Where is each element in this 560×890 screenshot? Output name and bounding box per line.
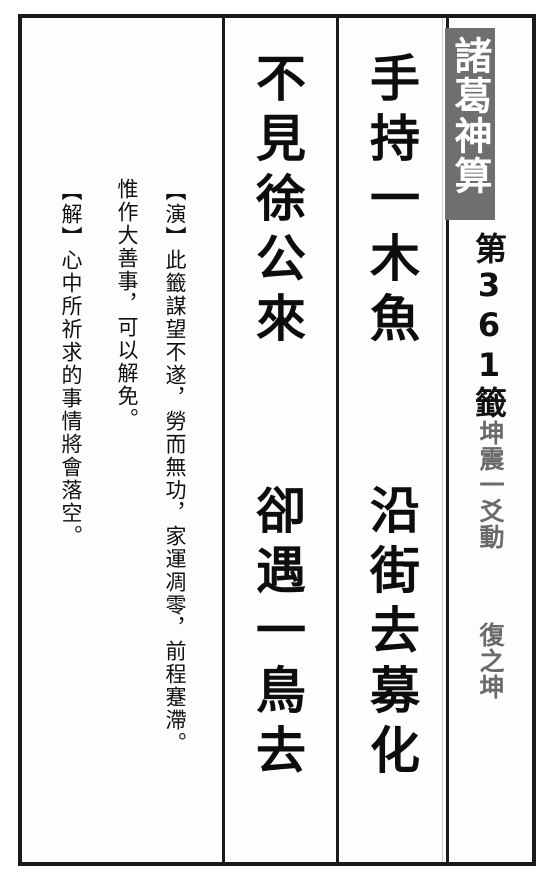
poem-number: 第361籤	[470, 232, 508, 420]
interpretation: 【解】心中所祈求的事情將會落空。	[59, 180, 83, 548]
poem-line-2-top: 不見徐公來	[248, 52, 307, 352]
poem-line-1-bottom: 沿街去募化	[362, 484, 421, 784]
explanation-line-2: 惟作大善事，可以解免。	[115, 178, 139, 431]
hexagram-result: 復之坤	[476, 622, 505, 700]
explanation-line-1: 【演】此籤謀望不遂，勞而無功，家運凋零，前程蹇滯。	[163, 180, 187, 755]
hexagram-change: 坤震一爻動	[476, 420, 505, 550]
column-divider	[336, 18, 339, 862]
page-title: 諸葛神算	[448, 36, 492, 196]
poem-line-2-bottom: 卻遇一鳥去	[248, 484, 307, 784]
column-divider-light	[442, 18, 443, 862]
hexagram-label: 坤震一爻動 復之坤	[476, 420, 505, 700]
poem-line-1-top: 手持一木魚	[362, 52, 421, 352]
column-divider	[222, 18, 225, 862]
